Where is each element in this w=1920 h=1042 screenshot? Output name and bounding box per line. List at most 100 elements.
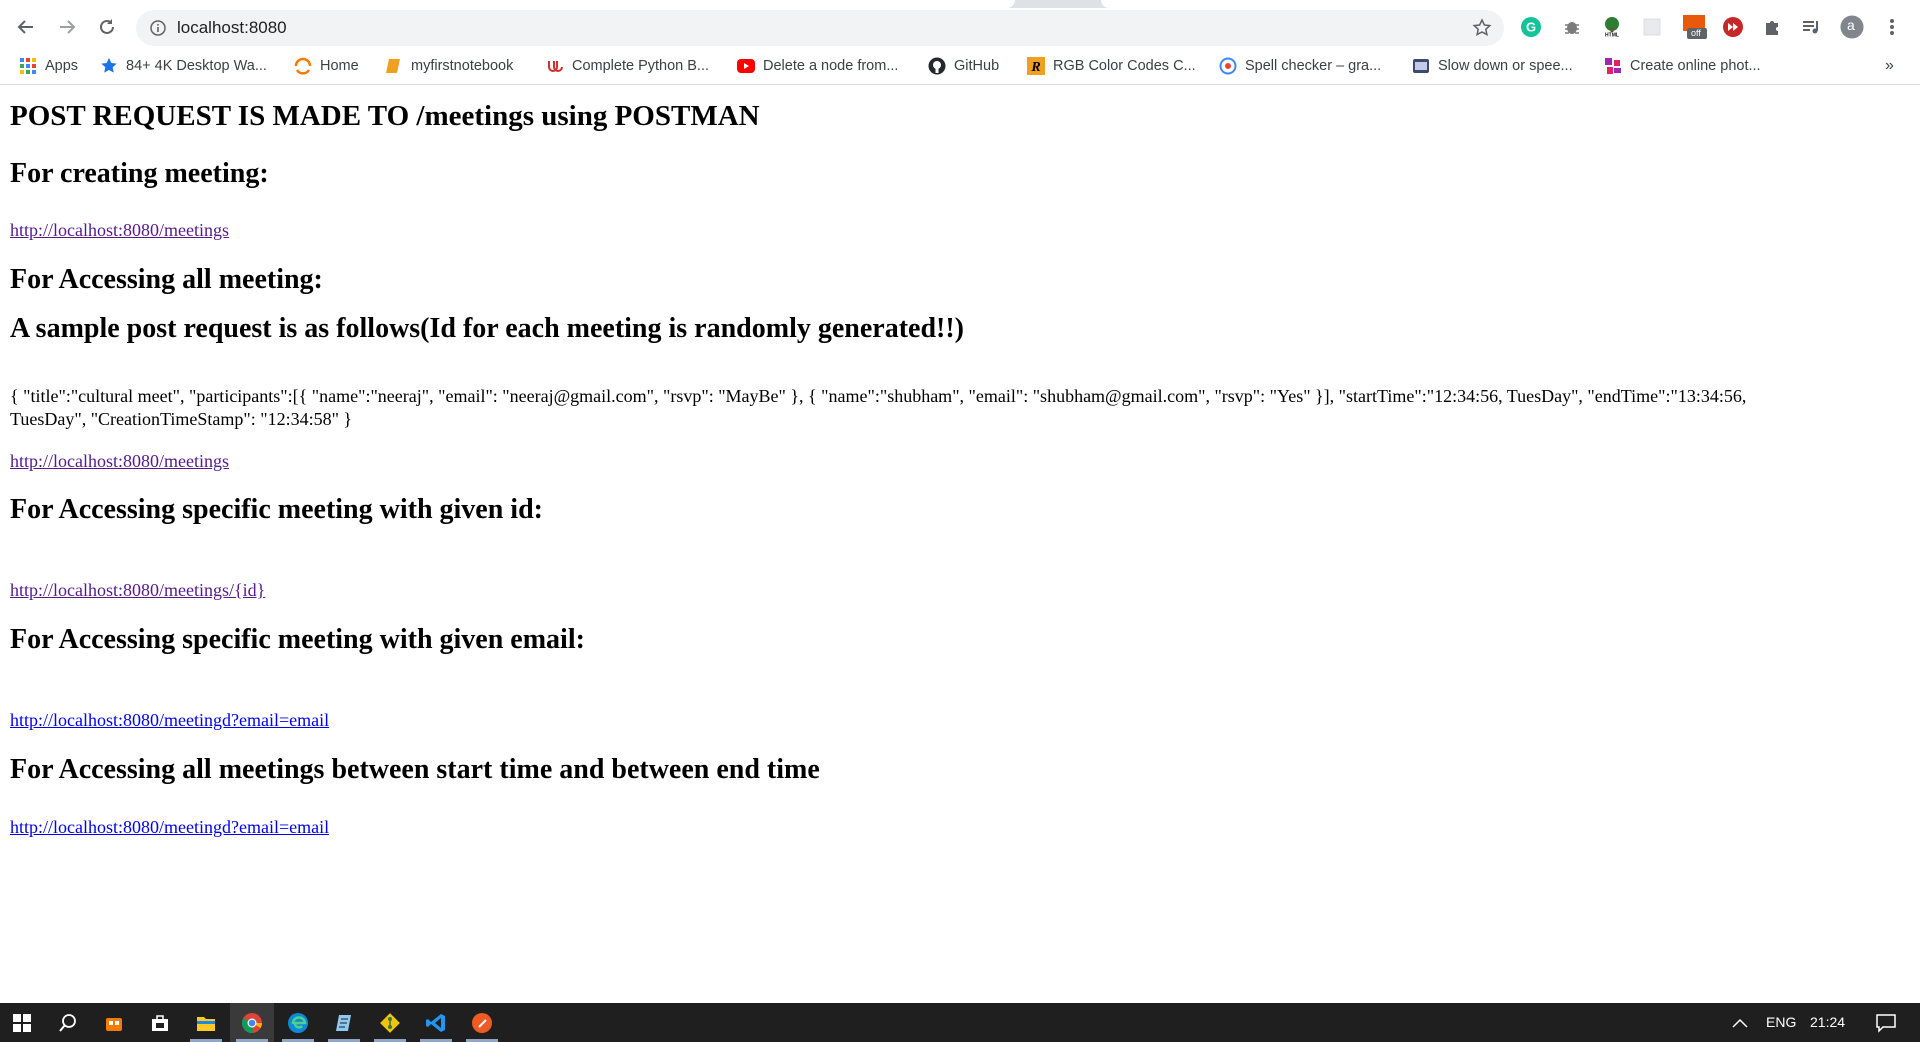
show-hidden-icons-button[interactable] <box>1720 1003 1760 1042</box>
extension-badge-text: off <box>1691 28 1701 38</box>
page-title: POST REQUEST IS MADE TO /meetings using … <box>10 100 760 132</box>
bookmark-label: Home <box>320 58 359 74</box>
forward-button[interactable] <box>52 12 82 42</box>
bookmark-home[interactable]: Home <box>294 56 359 76</box>
kebab-menu-icon <box>1890 19 1894 35</box>
notepad-icon <box>336 1014 351 1031</box>
udemy-icon <box>546 57 564 75</box>
taskbar-chrome[interactable] <box>230 1003 274 1042</box>
taskbar-notepad[interactable] <box>322 1003 366 1042</box>
language-indicator[interactable]: ENG <box>1766 1014 1796 1030</box>
star-icon <box>100 57 118 75</box>
bookmark-label: myfirstnotebook <box>411 58 514 74</box>
puzzle-icon <box>1766 21 1778 35</box>
apps-grid-icon <box>19 57 37 75</box>
system-clock[interactable]: 21:24 <box>1810 1014 1845 1030</box>
profile-avatar[interactable]: a <box>1840 15 1864 39</box>
bookmark-video-speed[interactable]: Slow down or spee... <box>1412 56 1573 76</box>
bookmark-label: 84+ 4K Desktop Wa... <box>126 58 267 74</box>
html-tree-extension[interactable]: HTML <box>1600 15 1624 39</box>
fast-forward-icon <box>1723 17 1743 37</box>
bookmark-label: Create online phot... <box>1630 58 1761 74</box>
bookmark-label: Complete Python B... <box>572 58 710 74</box>
extensions-button[interactable] <box>1760 15 1784 39</box>
notification-icon <box>1876 1013 1896 1033</box>
bookmark-label: Apps <box>45 58 79 74</box>
bookmark-apps[interactable]: Apps <box>19 56 78 76</box>
sample-request-heading: A sample post request is as follows(Id f… <box>10 313 965 344</box>
reload-icon <box>100 19 114 34</box>
bookmark-label: Spell checker – gra... <box>1245 58 1382 74</box>
browser-toolbar: localhost:8080 G HTML off a <box>0 8 1920 46</box>
action-center-button[interactable] <box>1864 1003 1908 1042</box>
blank-extension[interactable] <box>1640 15 1664 39</box>
edge-icon <box>288 1012 308 1033</box>
bookmarks-overflow-button[interactable]: » <box>1885 56 1894 76</box>
file-explorer-icon <box>197 1016 215 1031</box>
taskbar-vscode[interactable] <box>414 1003 458 1042</box>
inactive-tab[interactable] <box>1101 0 1920 8</box>
bookmark-notebook[interactable]: myfirstnotebook <box>385 56 513 76</box>
chevron-up-icon <box>1732 1018 1748 1028</box>
by-id-heading: For Accessing specific meeting with give… <box>10 494 543 525</box>
video-speed-icon <box>1412 57 1430 75</box>
vscode-icon <box>426 1013 445 1032</box>
active-tab[interactable] <box>0 0 1015 8</box>
profile-initial: a <box>1847 17 1855 33</box>
grammarly-icon: G <box>1521 17 1541 37</box>
create-meeting-link[interactable]: http://localhost:8080/meetings <box>10 220 229 241</box>
bookmark-photo[interactable]: Create online phot... <box>1604 56 1761 76</box>
taskbar-search-button[interactable] <box>46 1003 90 1042</box>
windows-logo-icon <box>13 1013 31 1032</box>
photo-collage-icon <box>1604 57 1622 75</box>
start-button[interactable] <box>0 1003 44 1042</box>
time-range-link[interactable]: http://localhost:8080/meetingd?email=ema… <box>10 817 329 838</box>
taskbar-edge[interactable] <box>276 1003 320 1042</box>
address-text[interactable]: localhost:8080 <box>177 18 287 38</box>
info-icon[interactable] <box>150 20 166 36</box>
github-icon <box>928 57 946 75</box>
grammarly-extension[interactable]: G <box>1519 15 1543 39</box>
briefcase-icon <box>152 1014 168 1031</box>
meeting-by-email-link[interactable]: http://localhost:8080/meetingd?email=ema… <box>10 710 329 731</box>
bug-extension[interactable] <box>1560 15 1584 39</box>
svg-text:R: R <box>1030 60 1040 75</box>
access-all-link[interactable]: http://localhost:8080/meetings <box>10 451 229 472</box>
bookmark-label: RGB Color Codes C... <box>1053 58 1196 74</box>
bookmark-python[interactable]: Complete Python B... <box>546 56 709 76</box>
time-range-heading: For Accessing all meetings between start… <box>10 754 820 785</box>
bookmark-label: Slow down or spee... <box>1438 58 1573 74</box>
browser-menu-button[interactable] <box>1880 15 1904 39</box>
arrow-left-icon <box>17 20 33 34</box>
taskbar-file-explorer[interactable] <box>184 1003 228 1042</box>
bookmark-delete-node[interactable]: Delete a node from... <box>737 56 898 76</box>
spellcheck-icon <box>1219 57 1237 75</box>
taskbar-postman[interactable] <box>460 1003 504 1042</box>
reload-button[interactable] <box>92 12 122 42</box>
by-email-heading: For Accessing specific meeting with give… <box>10 624 585 655</box>
taskbar-briefcase[interactable] <box>138 1003 182 1042</box>
bookmark-rgb[interactable]: R RGB Color Codes C... <box>1027 56 1196 76</box>
bookmark-star-icon[interactable] <box>1472 18 1492 38</box>
bookmark-spellcheck[interactable]: Spell checker – gra... <box>1219 56 1381 76</box>
bookmark-wallpapers[interactable]: 84+ 4K Desktop Wa... <box>100 56 267 76</box>
bookmark-github[interactable]: GitHub <box>928 56 999 76</box>
taskbar-git[interactable] <box>368 1003 412 1042</box>
search-icon <box>59 1013 76 1032</box>
chrome-icon <box>241 1012 263 1033</box>
rgb-r-icon: R <box>1027 57 1045 75</box>
page-content: POST REQUEST IS MADE TO /meetings using … <box>0 85 1920 1003</box>
windows-taskbar: ENG 21:24 <box>0 1003 1920 1042</box>
media-control-button[interactable] <box>1799 15 1823 39</box>
tab-strip <box>0 0 1920 8</box>
queue-music-icon <box>1803 21 1818 34</box>
address-bar[interactable]: localhost:8080 <box>136 10 1504 46</box>
meeting-by-id-link[interactable]: http://localhost:8080/meetings/{id} <box>10 580 265 601</box>
taskbar-app-store[interactable] <box>92 1003 136 1042</box>
video-speed-extension[interactable] <box>1721 15 1745 39</box>
off-extension[interactable]: off <box>1680 15 1710 39</box>
postman-icon <box>472 1012 492 1033</box>
back-button[interactable] <box>11 12 41 42</box>
blank-page-icon <box>1643 18 1661 36</box>
svg-text:HTML: HTML <box>1605 33 1619 39</box>
